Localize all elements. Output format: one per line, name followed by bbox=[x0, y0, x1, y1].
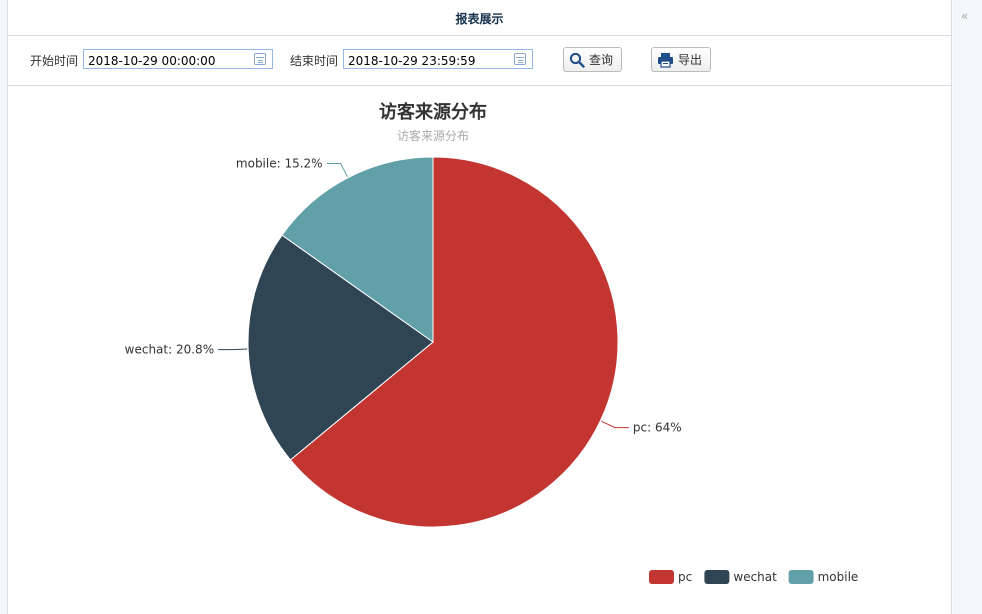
export-button[interactable]: 导出 bbox=[651, 47, 712, 72]
chart-subtitle: 访客来源分布 bbox=[397, 128, 469, 143]
calendar-icon[interactable] bbox=[254, 53, 266, 65]
printer-icon bbox=[658, 52, 673, 68]
end-time-field[interactable] bbox=[343, 49, 533, 70]
chart-area: 访客来源分布 访客来源分布 pc: 64% wechat: 20.8% mobile: … bbox=[8, 86, 952, 613]
chart-title: 访客来源分布 bbox=[379, 101, 487, 123]
end-time-label: 结束时间 bbox=[290, 54, 339, 68]
legend-swatch-wechat[interactable] bbox=[704, 570, 730, 584]
collapse-icon[interactable]: « bbox=[961, 9, 968, 23]
slice-label-wechat: wechat: 20.8% bbox=[125, 343, 214, 357]
end-time-input[interactable] bbox=[344, 52, 504, 70]
start-time-label: 开始时间 bbox=[30, 54, 79, 68]
left-rail bbox=[0, 0, 8, 614]
slice-label-pc: pc: 64% bbox=[633, 421, 682, 435]
panel-header: 报表展示 bbox=[8, 0, 951, 36]
app-root: 报表展示 开始时间 结束时间 查询 bbox=[0, 0, 982, 614]
label-line-wechat bbox=[218, 348, 248, 351]
legend-swatch-pc[interactable] bbox=[649, 570, 674, 584]
export-button-label: 导出 bbox=[678, 53, 703, 67]
legend-swatch-mobile[interactable] bbox=[788, 570, 814, 584]
filter-toolbar: 开始时间 结束时间 查询 bbox=[8, 36, 951, 86]
query-button-label: 查询 bbox=[589, 53, 614, 67]
search-icon bbox=[569, 52, 585, 68]
legend-label-pc[interactable]: pc bbox=[678, 570, 692, 584]
pie-chart: 访客来源分布访客来源分布pc: 64%wechat: 20.8%mobile: … bbox=[125, 101, 859, 584]
query-button[interactable]: 查询 bbox=[563, 47, 623, 72]
calendar-icon[interactable] bbox=[514, 53, 526, 65]
panel-title: 报表展示 bbox=[455, 12, 504, 26]
start-time-field[interactable] bbox=[83, 49, 273, 70]
legend-label-wechat[interactable]: wechat bbox=[733, 570, 777, 584]
legend-label-mobile[interactable]: mobile bbox=[818, 570, 859, 584]
label-line-pc bbox=[601, 420, 629, 429]
right-rail: « bbox=[953, 0, 982, 614]
label-line-mobile bbox=[326, 163, 348, 178]
slice-label-mobile: mobile: 15.2% bbox=[236, 157, 323, 171]
report-panel: 报表展示 开始时间 结束时间 查询 bbox=[8, 0, 952, 614]
start-time-input[interactable] bbox=[84, 52, 244, 70]
